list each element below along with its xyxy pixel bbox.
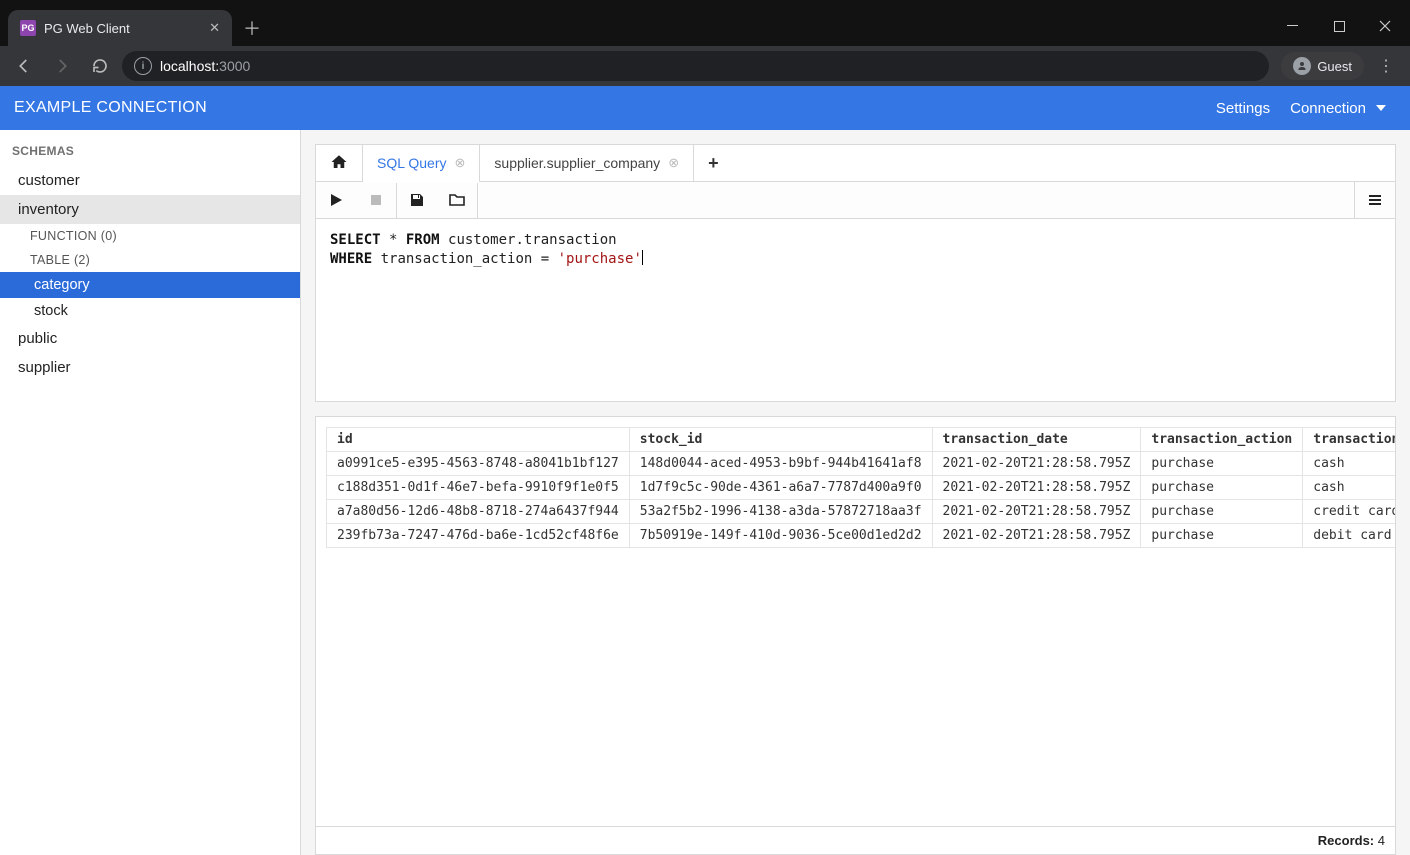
tab-label: supplier.supplier_company [494, 155, 660, 171]
close-tab-icon[interactable]: ⊗ [668, 155, 679, 171]
view-options-button[interactable] [1355, 182, 1395, 218]
settings-button[interactable]: Settings [1206, 100, 1280, 117]
table-cell: credit card [1303, 500, 1395, 524]
table-cell: 2021-02-20T21:28:58.795Z [932, 476, 1141, 500]
main-panel: SQL Query ⊗ supplier.supplier_company ⊗ … [301, 130, 1410, 855]
table-cell: purchase [1141, 476, 1303, 500]
table-row[interactable]: a0991ce5-e395-4563-8748-a8041b1bf127148d… [327, 452, 1396, 476]
schema-inventory-functions[interactable]: FUNCTION (0) [0, 224, 300, 248]
column-header[interactable]: stock_id [629, 428, 932, 452]
address-bar[interactable]: i localhost:3000 [122, 51, 1269, 81]
tab-bar: SQL Query ⊗ supplier.supplier_company ⊗ … [315, 144, 1396, 181]
url: localhost:3000 [160, 58, 250, 74]
table-cell: 2021-02-20T21:28:58.795Z [932, 524, 1141, 548]
column-header[interactable]: id [327, 428, 630, 452]
column-header[interactable]: transaction_facilitator [1303, 428, 1395, 452]
run-query-button[interactable] [316, 182, 356, 218]
schema-customer[interactable]: customer [0, 166, 300, 195]
browser-toolbar: i localhost:3000 Guest ⋮ [0, 46, 1410, 86]
back-button[interactable] [8, 50, 40, 82]
close-tab-icon[interactable]: ✕ [209, 20, 220, 36]
home-icon [330, 153, 348, 174]
tab-label: SQL Query [377, 155, 447, 171]
results-status: Records: 4 [316, 826, 1395, 854]
schema-supplier[interactable]: supplier [0, 353, 300, 382]
editor-toolbar [315, 181, 1396, 219]
sidebar: SCHEMAS customer inventory FUNCTION (0) … [0, 130, 301, 855]
tab-sql-query[interactable]: SQL Query ⊗ [363, 145, 480, 183]
table-cell: 2021-02-20T21:28:58.795Z [932, 500, 1141, 524]
app-root: EXAMPLE CONNECTION Settings Connection S… [0, 86, 1410, 855]
table-cell: 1d7f9c5c-90de-4361-a6a7-7787d400a9f0 [629, 476, 932, 500]
table-category[interactable]: category [0, 272, 300, 298]
minimize-button[interactable] [1270, 6, 1316, 46]
app-header: EXAMPLE CONNECTION Settings Connection [0, 86, 1410, 130]
browser-tab-title: PG Web Client [44, 21, 130, 36]
table-header-row: idstock_idtransaction_datetransaction_ac… [327, 428, 1396, 452]
table-row[interactable]: c188d351-0d1f-46e7-befa-9910f9f1e0f51d7f… [327, 476, 1396, 500]
table-cell: purchase [1141, 452, 1303, 476]
schema-inventory-tables[interactable]: TABLE (2) [0, 248, 300, 272]
table-cell: 53a2f5b2-1996-4138-a3da-57872718aa3f [629, 500, 932, 524]
table-cell: purchase [1141, 500, 1303, 524]
table-cell: 2021-02-20T21:28:58.795Z [932, 452, 1141, 476]
window-controls [1270, 6, 1410, 46]
tab-supplier-company[interactable]: supplier.supplier_company ⊗ [480, 145, 694, 181]
maximize-button[interactable] [1316, 6, 1362, 46]
forward-button[interactable] [46, 50, 78, 82]
results-scroll[interactable]: idstock_idtransaction_datetransaction_ac… [316, 417, 1395, 826]
site-info-icon[interactable]: i [134, 57, 152, 75]
avatar-icon [1293, 57, 1311, 75]
new-tab-button[interactable]: ＋ [238, 14, 266, 42]
browser-tab[interactable]: PG PG Web Client ✕ [8, 10, 232, 46]
add-tab-button[interactable]: + [694, 145, 733, 181]
browser-menu-button[interactable]: ⋮ [1370, 50, 1402, 82]
tab-home[interactable] [316, 145, 363, 181]
column-header[interactable]: transaction_date [932, 428, 1141, 452]
table-cell: a7a80d56-12d6-48b8-8718-274a6437f944 [327, 500, 630, 524]
table-row[interactable]: 239fb73a-7247-476d-ba6e-1cd52cf48f6e7b50… [327, 524, 1396, 548]
close-window-button[interactable] [1362, 6, 1408, 46]
connection-title: EXAMPLE CONNECTION [14, 99, 207, 117]
stop-query-button [356, 182, 396, 218]
table-stock[interactable]: stock [0, 298, 300, 324]
results-panel: idstock_idtransaction_datetransaction_ac… [315, 416, 1396, 855]
table-row[interactable]: a7a80d56-12d6-48b8-8718-274a6437f94453a2… [327, 500, 1396, 524]
table-cell: debit card [1303, 524, 1395, 548]
open-query-button[interactable] [437, 182, 477, 218]
favicon-icon: PG [20, 20, 36, 36]
profile-label: Guest [1317, 59, 1352, 74]
table-cell: 239fb73a-7247-476d-ba6e-1cd52cf48f6e [327, 524, 630, 548]
profile-chip[interactable]: Guest [1281, 52, 1364, 80]
table-cell: purchase [1141, 524, 1303, 548]
table-cell: 148d0044-aced-4953-b9bf-944b41641af8 [629, 452, 932, 476]
table-cell: 7b50919e-149f-410d-9036-5ce00d1ed2d2 [629, 524, 932, 548]
save-query-button[interactable] [397, 182, 437, 218]
table-cell: cash [1303, 452, 1395, 476]
schema-public[interactable]: public [0, 324, 300, 353]
table-cell: cash [1303, 476, 1395, 500]
sql-editor[interactable]: SELECT * FROM customer.transaction WHERE… [315, 219, 1396, 402]
connection-menu[interactable]: Connection [1280, 100, 1396, 117]
sidebar-section-label: SCHEMAS [0, 130, 300, 166]
schema-inventory[interactable]: inventory [0, 195, 300, 224]
close-tab-icon[interactable]: ⊗ [455, 155, 466, 171]
reload-button[interactable] [84, 50, 116, 82]
table-cell: a0991ce5-e395-4563-8748-a8041b1bf127 [327, 452, 630, 476]
table-cell: c188d351-0d1f-46e7-befa-9910f9f1e0f5 [327, 476, 630, 500]
results-table: idstock_idtransaction_datetransaction_ac… [326, 427, 1395, 548]
browser-tab-strip: PG PG Web Client ✕ ＋ [0, 0, 1410, 46]
column-header[interactable]: transaction_action [1141, 428, 1303, 452]
